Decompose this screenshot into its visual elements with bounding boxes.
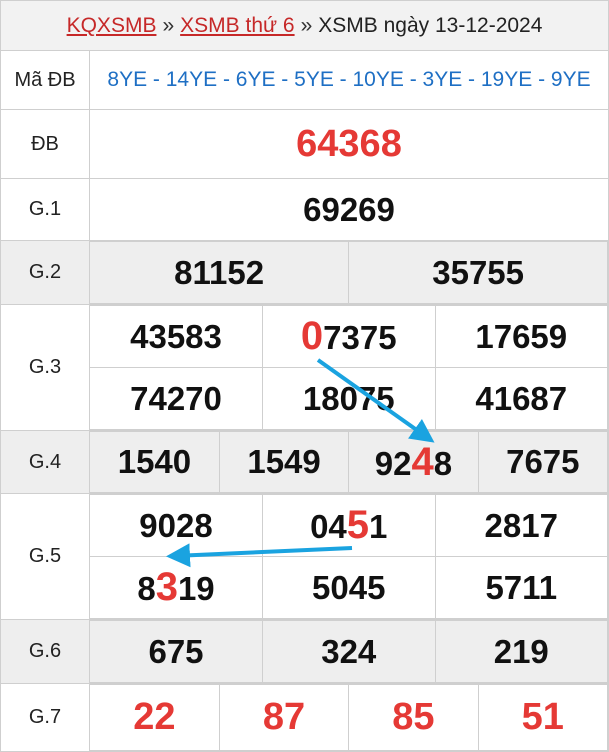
prize-g3-value-highlighted: 07375 <box>262 305 436 368</box>
prize-g5-value-highlighted: 0451 <box>262 494 436 557</box>
prize-db-label: ĐB <box>0 109 90 179</box>
prize-g6-value: 675 <box>90 620 263 683</box>
prize-g1-row: G.1 69269 <box>0 178 609 241</box>
prize-g2-value: 35755 <box>348 241 608 304</box>
prize-g3-value: 41687 <box>434 367 608 430</box>
prize-g2-value: 81152 <box>90 241 350 304</box>
prize-g5-label: G.5 <box>0 493 90 620</box>
prize-g5-value: 5045 <box>262 556 436 619</box>
prize-g4-value: 7675 <box>477 431 609 493</box>
breadcrumb-separator: » <box>162 14 175 37</box>
prize-g4-row: G.4 1540 1549 9248 7675 <box>0 430 609 494</box>
prize-g6-label: G.6 <box>0 619 90 684</box>
prize-g6-value: 219 <box>434 620 608 683</box>
prize-g4-value: 1549 <box>218 431 350 493</box>
highlight-digit: 5 <box>346 503 370 547</box>
breadcrumb-link-xsmb-thu6[interactable]: XSMB thứ 6 <box>180 14 294 38</box>
breadcrumb-separator: » <box>300 14 313 37</box>
prize-g5-value: 2817 <box>434 494 608 557</box>
prize-g5-value-highlighted: 8319 <box>90 556 263 619</box>
prize-g7-label: G.7 <box>0 683 90 752</box>
highlight-digit: 4 <box>411 439 434 484</box>
prize-g6-row: G.6 675 324 219 <box>0 619 609 684</box>
prize-g3-row: G.3 43583 07375 17659 74270 18075 41687 <box>0 304 609 431</box>
prize-g6-value: 324 <box>262 620 436 683</box>
prize-g5-value: 5711 <box>434 556 608 619</box>
highlight-digit: 0 <box>300 314 324 358</box>
prize-g3-label: G.3 <box>0 304 90 431</box>
breadcrumb-current: XSMB ngày 13-12-2024 <box>318 14 543 37</box>
prize-g3-value: 74270 <box>90 367 263 430</box>
prize-g3-value: 43583 <box>90 305 263 368</box>
highlight-digit: 3 <box>155 565 178 609</box>
prize-g7-value: 85 <box>348 684 479 751</box>
prize-g1-value: 69269 <box>89 178 609 241</box>
prize-g1-label: G.1 <box>0 178 90 241</box>
prize-db-row: ĐB 64368 <box>0 109 609 179</box>
prize-g2-label: G.2 <box>0 240 90 305</box>
prize-g2-row: G.2 81152 35755 <box>0 240 609 305</box>
prize-g7-value: 87 <box>218 684 350 751</box>
prize-g3-value: 18075 <box>262 367 436 430</box>
prize-g4-value-highlighted: 9248 <box>348 431 479 493</box>
breadcrumb: KQXSMB » XSMB thứ 6 » XSMB ngày 13-12-20… <box>0 0 609 51</box>
prize-g7-value: 22 <box>90 684 220 751</box>
madb-row: Mã ĐB 8YE - 14YE - 6YE - 5YE - 10YE - 3Y… <box>0 50 609 110</box>
prize-g4-label: G.4 <box>0 430 90 494</box>
prize-g7-value: 51 <box>477 684 609 751</box>
prize-db-value: 64368 <box>89 109 609 179</box>
prize-g4-value: 1540 <box>90 431 220 493</box>
madb-values: 8YE - 14YE - 6YE - 5YE - 10YE - 3YE - 19… <box>89 50 609 110</box>
prize-g5-value: 9028 <box>90 494 263 557</box>
results-table: Mã ĐB 8YE - 14YE - 6YE - 5YE - 10YE - 3Y… <box>0 50 609 752</box>
madb-label: Mã ĐB <box>0 50 90 110</box>
prize-g5-row: G.5 9028 0451 2817 8319 5045 5711 <box>0 493 609 620</box>
breadcrumb-link-kqxsmb[interactable]: KQXSMB <box>67 14 157 38</box>
prize-g3-value: 17659 <box>434 305 608 368</box>
prize-g7-row: G.7 22 87 85 51 <box>0 683 609 752</box>
